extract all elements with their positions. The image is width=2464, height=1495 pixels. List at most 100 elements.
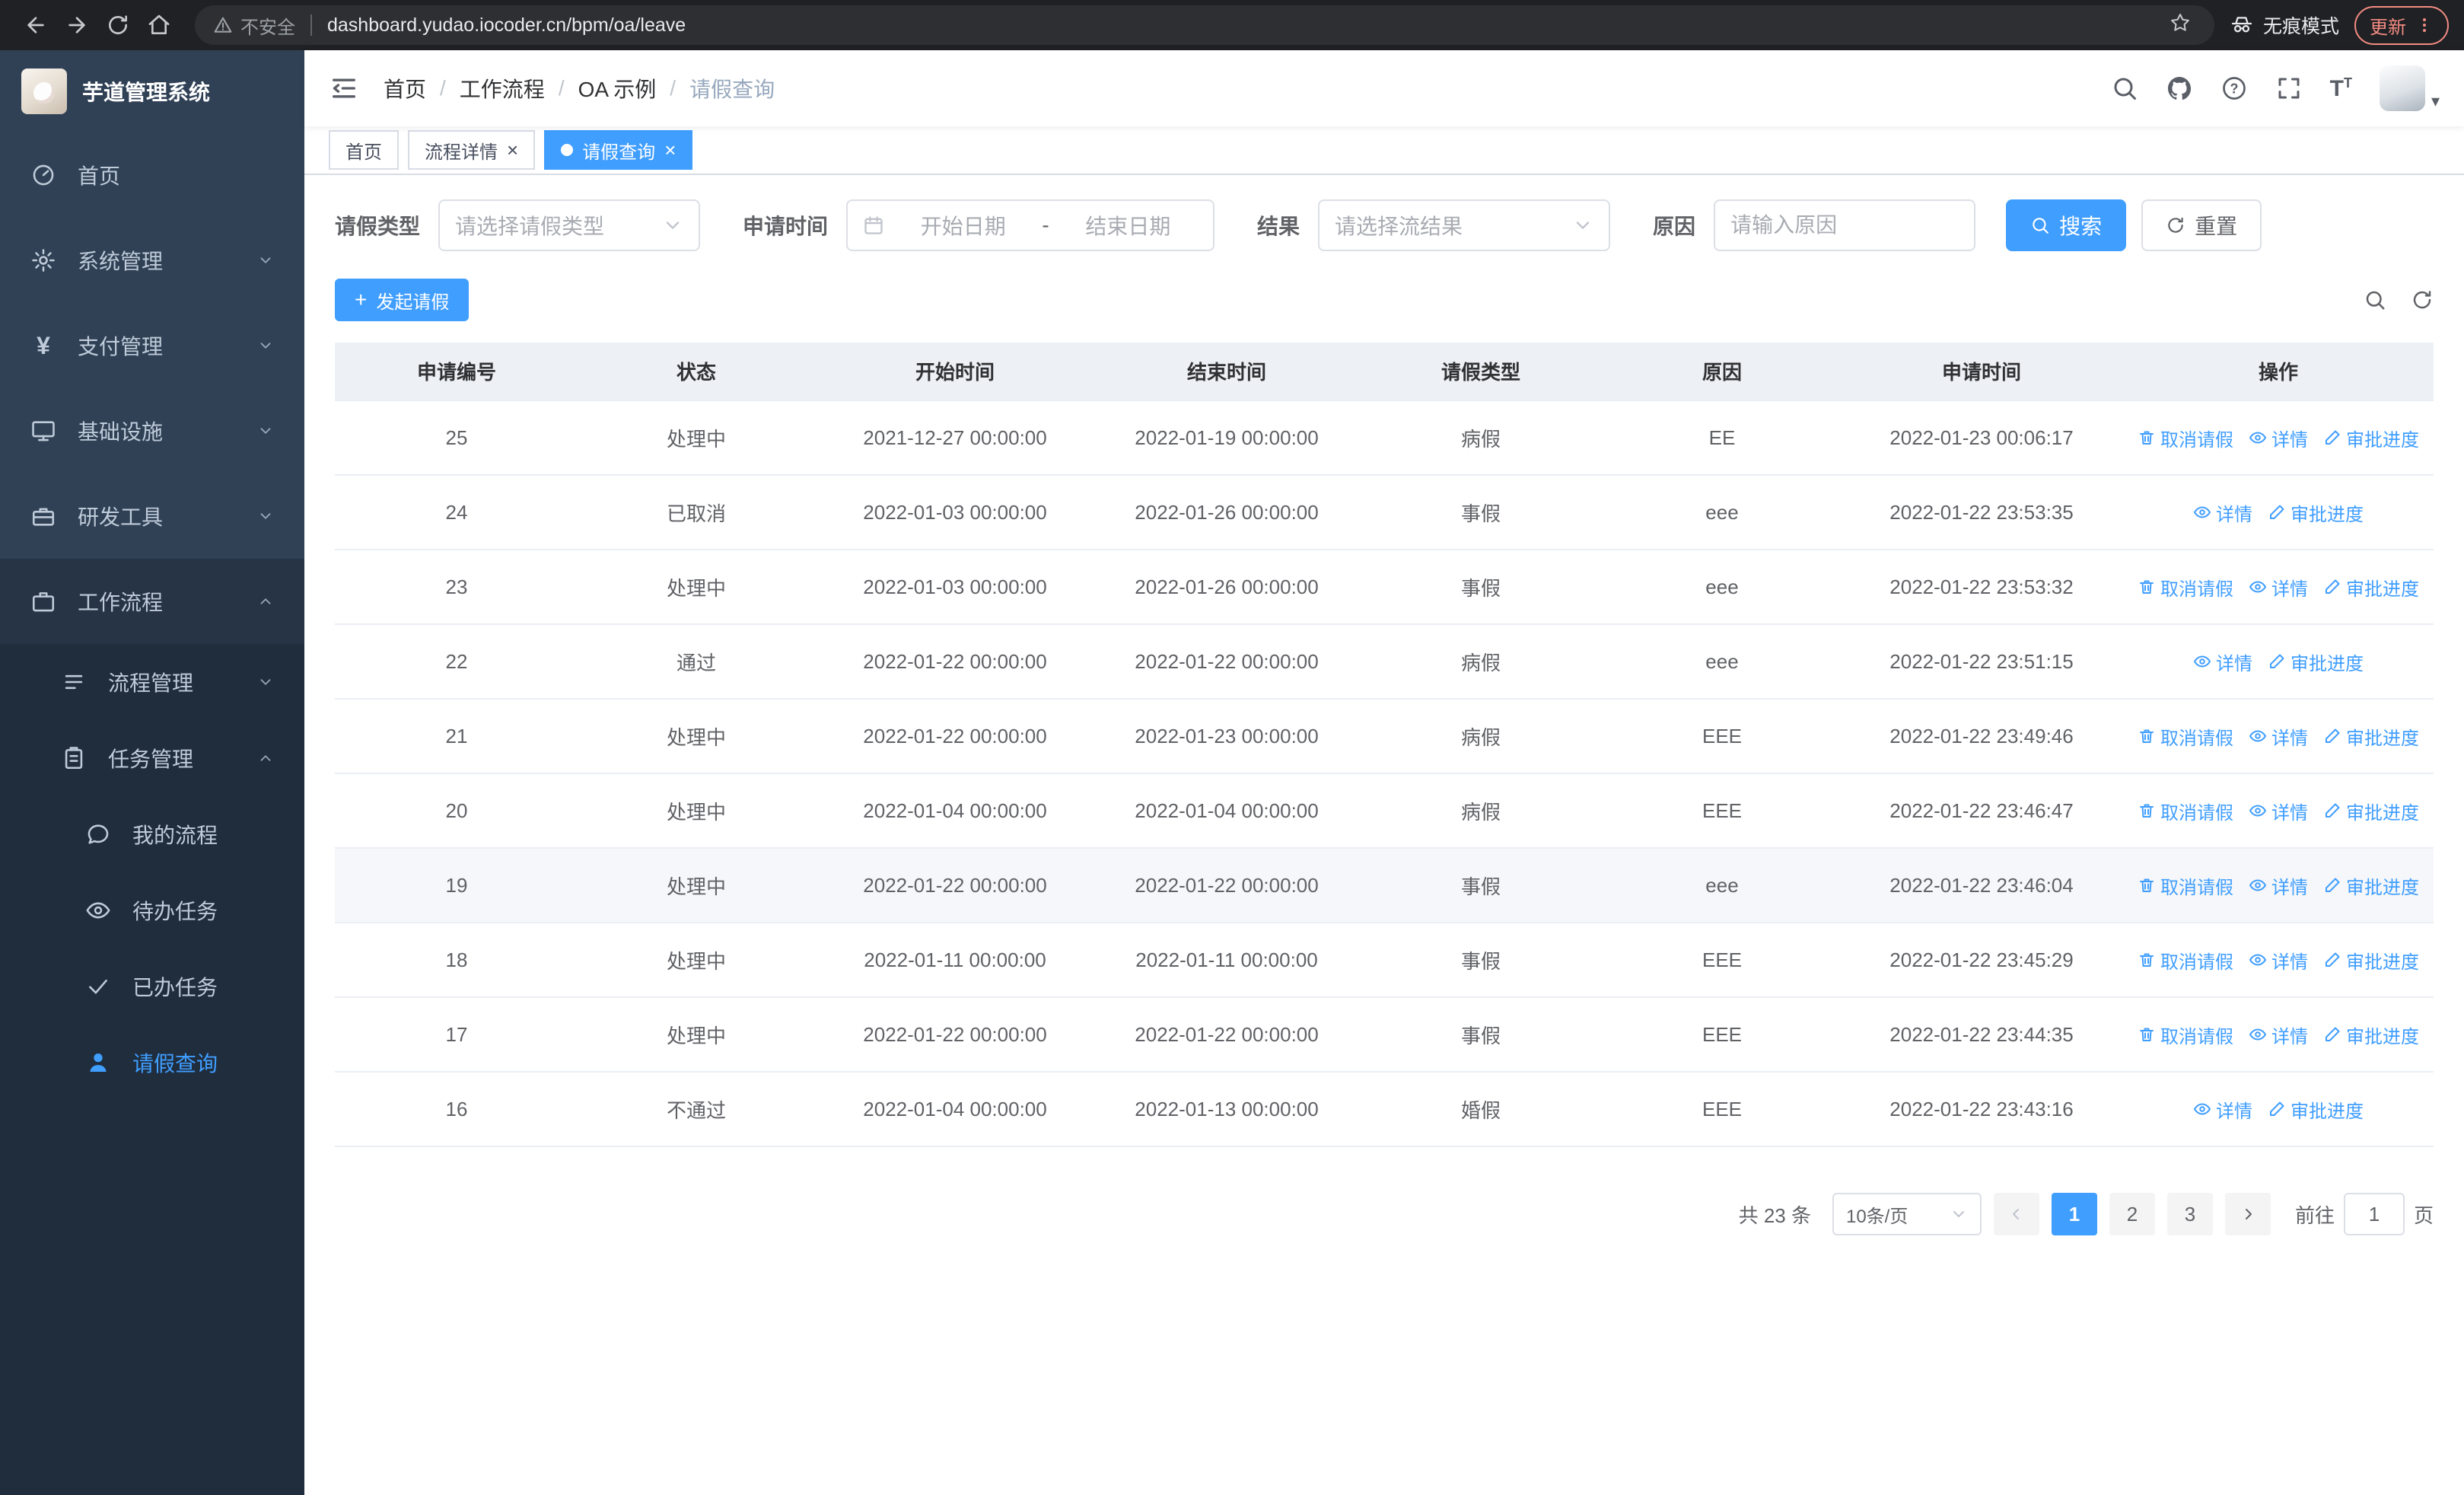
close-icon[interactable]: × bbox=[507, 140, 518, 160]
sidebar-item-label: 流程管理 bbox=[108, 671, 194, 695]
sidebar-item-my-processes[interactable]: 我的流程 bbox=[0, 796, 304, 872]
table-row[interactable]: 24 已取消 2022-01-03 00:00:00 2022-01-26 00… bbox=[335, 475, 2434, 550]
action-detail-link[interactable]: 详情 bbox=[2249, 425, 2308, 451]
action-cancel-link[interactable]: 取消请假 bbox=[2138, 1022, 2233, 1048]
date-range-picker[interactable]: 开始日期 - 结束日期 bbox=[846, 199, 1215, 251]
page-button-2[interactable]: 2 bbox=[2109, 1193, 2155, 1235]
sidebar-logo[interactable]: 芋道管理系统 bbox=[0, 50, 304, 132]
search-button[interactable]: 搜索 bbox=[2006, 199, 2127, 251]
sidebar-item-infrastructure[interactable]: 基础设施 bbox=[0, 388, 304, 473]
github-icon[interactable] bbox=[2166, 75, 2193, 102]
action-progress-link[interactable]: 审批进度 bbox=[2268, 499, 2364, 526]
action-progress-link[interactable]: 审批进度 bbox=[2323, 798, 2419, 824]
sidebar-fold-icon[interactable] bbox=[329, 73, 359, 104]
sidebar: 芋道管理系统 首页 系统管理 ¥ 支付管理 基础设施 研发工具 工作流程 流程管… bbox=[0, 50, 304, 1495]
sidebar-item-home[interactable]: 首页 bbox=[0, 132, 304, 218]
table-row[interactable]: 17 处理中 2022-01-22 00:00:00 2022-01-22 00… bbox=[335, 997, 2434, 1073]
sidebar-item-devtools[interactable]: 研发工具 bbox=[0, 473, 304, 559]
action-progress-link[interactable]: 审批进度 bbox=[2268, 649, 2364, 675]
site-security-chip[interactable]: 不安全 bbox=[213, 12, 295, 39]
font-size-icon[interactable]: TT bbox=[2330, 76, 2352, 100]
action-progress-link[interactable]: 审批进度 bbox=[2268, 1096, 2364, 1123]
table-row[interactable]: 23 处理中 2022-01-03 00:00:00 2022-01-26 00… bbox=[335, 550, 2434, 625]
refresh-icon[interactable] bbox=[2411, 288, 2434, 311]
action-detail-link[interactable]: 详情 bbox=[2249, 723, 2308, 750]
action-cancel-link[interactable]: 取消请假 bbox=[2138, 723, 2233, 750]
url-text[interactable]: dashboard.yudao.iocoder.cn/bpm/oa/leave bbox=[327, 14, 2169, 37]
address-bar[interactable]: 不安全 dashboard.yudao.iocoder.cn/bpm/oa/le… bbox=[195, 5, 2214, 45]
kebab-menu-icon[interactable] bbox=[2415, 16, 2434, 34]
search-toggle-icon[interactable] bbox=[2364, 288, 2386, 311]
action-progress-link[interactable]: 审批进度 bbox=[2323, 425, 2419, 451]
sidebar-item-payment[interactable]: ¥ 支付管理 bbox=[0, 303, 304, 388]
sidebar-item-done-tasks[interactable]: 已办任务 bbox=[0, 948, 304, 1025]
action-detail-link[interactable]: 详情 bbox=[2193, 1096, 2252, 1123]
action-detail-link[interactable]: 详情 bbox=[2249, 872, 2308, 899]
breadcrumb-home[interactable]: 首页 bbox=[384, 73, 426, 104]
action-detail-link[interactable]: 详情 bbox=[2249, 798, 2308, 824]
table-row[interactable]: 16 不通过 2022-01-04 00:00:00 2022-01-13 00… bbox=[335, 1072, 2434, 1147]
reload-icon bbox=[109, 15, 127, 34]
table-row[interactable]: 25 处理中 2021-12-27 00:00:00 2022-01-19 00… bbox=[335, 400, 2434, 476]
browser-reload-button[interactable] bbox=[97, 5, 138, 46]
action-progress-link[interactable]: 审批进度 bbox=[2323, 872, 2419, 899]
button-label: 搜索 bbox=[2059, 215, 2103, 238]
page-size-select[interactable]: 10条/页 bbox=[1832, 1193, 1982, 1235]
table-row[interactable]: 22 通过 2022-01-22 00:00:00 2022-01-22 00:… bbox=[335, 624, 2434, 700]
question-icon[interactable]: ? bbox=[2220, 75, 2248, 102]
action-detail-link[interactable]: 详情 bbox=[2249, 1022, 2308, 1048]
fullscreen-icon[interactable] bbox=[2275, 75, 2303, 102]
sidebar-item-task-mgmt[interactable]: 任务管理 bbox=[0, 720, 304, 796]
action-cancel-link[interactable]: 取消请假 bbox=[2138, 574, 2233, 601]
action-label: 详情 bbox=[2271, 1026, 2308, 1047]
page-button-3[interactable]: 3 bbox=[2166, 1193, 2213, 1235]
action-cancel-link[interactable]: 取消请假 bbox=[2138, 798, 2233, 824]
action-cancel-link[interactable]: 取消请假 bbox=[2138, 872, 2233, 899]
breadcrumb-oa-example[interactable]: OA 示例 bbox=[578, 73, 657, 104]
browser-forward-button[interactable] bbox=[56, 5, 97, 46]
reason-input[interactable] bbox=[1714, 199, 1976, 251]
next-page-button[interactable] bbox=[2224, 1193, 2271, 1235]
create-leave-button[interactable]: + 发起请假 bbox=[335, 279, 470, 321]
reset-button[interactable]: 重置 bbox=[2141, 199, 2262, 251]
table-row[interactable]: 20 处理中 2022-01-04 00:00:00 2022-01-04 00… bbox=[335, 773, 2434, 849]
table-row[interactable]: 18 处理中 2022-01-11 00:00:00 2022-01-11 00… bbox=[335, 923, 2434, 998]
action-progress-link[interactable]: 审批进度 bbox=[2323, 574, 2419, 601]
search-icon[interactable] bbox=[2111, 75, 2138, 102]
action-progress-link[interactable]: 审批进度 bbox=[2323, 947, 2419, 974]
leave-type-select[interactable]: 请选择请假类型 bbox=[438, 199, 701, 251]
action-cancel-link[interactable]: 取消请假 bbox=[2138, 947, 2233, 974]
page-button-1[interactable]: 1 bbox=[2051, 1193, 2097, 1235]
sidebar-item-leave-query[interactable]: 请假查询 bbox=[0, 1025, 304, 1101]
tab-process-detail[interactable]: 流程详情 × bbox=[408, 130, 536, 170]
cell-end-time: 2022-01-26 00:00:00 bbox=[1096, 475, 1358, 550]
sidebar-item-pending-tasks[interactable]: 待办任务 bbox=[0, 872, 304, 948]
action-progress-link[interactable]: 审批进度 bbox=[2323, 723, 2419, 750]
close-icon[interactable]: × bbox=[664, 140, 676, 160]
table-row[interactable]: 19 处理中 2022-01-22 00:00:00 2022-01-22 00… bbox=[335, 848, 2434, 923]
tab-leave-query[interactable]: 请假查询 × bbox=[544, 130, 693, 170]
action-cancel-link[interactable]: 取消请假 bbox=[2138, 425, 2233, 451]
goto-page-input[interactable] bbox=[2343, 1193, 2405, 1235]
table-row[interactable]: 21 处理中 2022-01-22 00:00:00 2022-01-23 00… bbox=[335, 699, 2434, 774]
breadcrumb-workflow[interactable]: 工作流程 bbox=[460, 73, 545, 104]
user-avatar-menu[interactable]: ▾ bbox=[2379, 65, 2440, 111]
action-detail-link[interactable]: 详情 bbox=[2193, 499, 2252, 526]
sidebar-item-system[interactable]: 系统管理 bbox=[0, 218, 304, 303]
action-detail-link[interactable]: 详情 bbox=[2249, 574, 2308, 601]
result-select[interactable]: 请选择流结果 bbox=[1318, 199, 1611, 251]
tab-home[interactable]: 首页 bbox=[329, 130, 399, 170]
browser-back-button[interactable] bbox=[15, 5, 56, 46]
gear-icon bbox=[32, 249, 55, 272]
bookmark-star-icon[interactable] bbox=[2169, 11, 2196, 39]
sidebar-item-process-mgmt[interactable]: 流程管理 bbox=[0, 644, 304, 720]
prev-page-button[interactable] bbox=[1993, 1193, 2039, 1235]
browser-update-button[interactable]: 更新 bbox=[2354, 5, 2449, 45]
action-detail-link[interactable]: 详情 bbox=[2193, 649, 2252, 675]
action-detail-link[interactable]: 详情 bbox=[2249, 947, 2308, 974]
column-header-status: 状态 bbox=[578, 343, 814, 401]
sidebar-item-workflow[interactable]: 工作流程 bbox=[0, 559, 304, 644]
cell-status: 已取消 bbox=[578, 475, 814, 550]
action-progress-link[interactable]: 审批进度 bbox=[2323, 1022, 2419, 1048]
browser-home-button[interactable] bbox=[138, 5, 180, 46]
